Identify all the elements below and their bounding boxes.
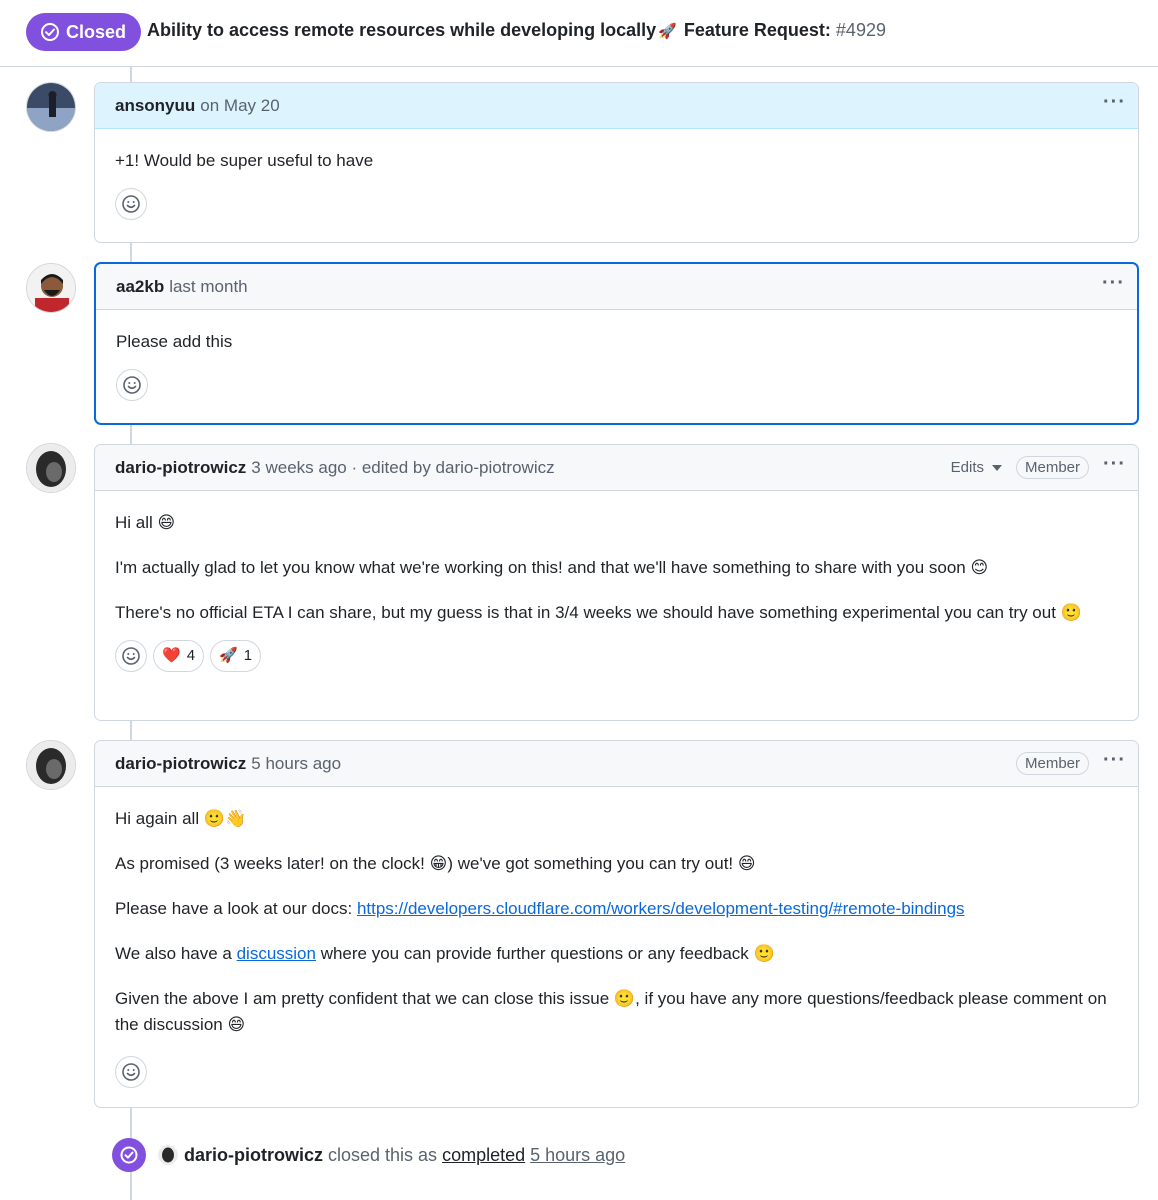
add-reaction-button[interactable]: [115, 1056, 147, 1088]
avatar-aa2kb[interactable]: [26, 263, 76, 313]
heart-emoji: ❤️: [162, 647, 181, 664]
issue-closed-icon: [112, 1138, 146, 1172]
caret-down-icon: [992, 464, 1002, 471]
comment-body: Hi again all 🙂👋 As promised (3 weeks lat…: [95, 787, 1138, 1102]
reaction-count: 4: [186, 647, 196, 664]
comment-header: dario-piotrowicz 3 weeks ago · edited by…: [95, 445, 1138, 491]
comment-body: Hi all 😄 I'm actually glad to let you kn…: [95, 491, 1138, 686]
comment-options-icon[interactable]: ···: [1103, 92, 1126, 120]
smiley-icon: [122, 1063, 140, 1081]
comment-author[interactable]: aa2kb: [116, 277, 164, 297]
add-reaction-button[interactable]: [115, 188, 147, 220]
comment-paragraph: I'm actually glad to let you know what w…: [115, 558, 989, 577]
comment-options-icon[interactable]: ···: [1103, 750, 1126, 778]
avatar-dario-piotrowicz[interactable]: [26, 443, 76, 493]
docs-prefix: Please have a look at our docs:: [115, 899, 357, 918]
reaction-rocket-button[interactable]: 🚀 1: [210, 640, 262, 672]
issue-title-suffix: Feature Request:: [678, 20, 836, 40]
issue-title: Ability to access remote resources while…: [147, 20, 886, 41]
smiley-icon: [122, 195, 140, 213]
comment-body: +1! Would be super useful to have: [95, 129, 1138, 234]
event-actor[interactable]: dario-piotrowicz: [184, 1145, 323, 1166]
edits-label: Edits: [950, 459, 984, 476]
reaction-heart-button[interactable]: ❤️ 4: [153, 640, 205, 672]
comment-timestamp[interactable]: 5 hours ago: [251, 754, 341, 774]
comment-body: Please add this: [96, 310, 1137, 415]
rocket-emoji: 🚀: [658, 23, 677, 40]
comment-aa2kb: aa2kb last month ··· Please add this: [94, 262, 1139, 425]
avatar-dario-piotrowicz[interactable]: [26, 740, 76, 790]
smiley-icon: [123, 376, 141, 394]
comment-options-icon[interactable]: ···: [1102, 273, 1125, 301]
state-badge-closed: Closed: [26, 13, 142, 51]
issue-number: #4929: [835, 20, 886, 40]
member-badge: Member: [1016, 456, 1090, 479]
comment-timestamp[interactable]: last month: [169, 277, 247, 297]
comment-dario-2: dario-piotrowicz 5 hours ago Member ··· …: [94, 740, 1139, 1108]
issue-title-text: Ability to access remote resources while…: [147, 20, 657, 40]
comment-dario-1: dario-piotrowicz 3 weeks ago · edited by…: [94, 444, 1139, 721]
comment-paragraph: Please add this: [116, 332, 233, 351]
comment-paragraph: Hi again all 🙂👋: [115, 809, 247, 828]
add-reaction-button[interactable]: [115, 640, 147, 672]
member-badge: Member: [1016, 752, 1090, 775]
issue-header: Closed Ability to access remote resource…: [0, 0, 1158, 67]
rocket-emoji: 🚀: [219, 647, 238, 664]
comment-paragraph: Please have a look at our docs: https://…: [115, 896, 1118, 922]
comment-ansonyuu: ansonyuu on May 20 ··· +1! Would be supe…: [94, 82, 1139, 243]
issue-closed-icon: [41, 23, 59, 41]
comment-options-icon[interactable]: ···: [1103, 454, 1126, 482]
event-time-link[interactable]: 5 hours ago: [530, 1145, 625, 1166]
state-label: Closed: [66, 21, 127, 42]
comment-header: ansonyuu on May 20 ···: [95, 83, 1138, 129]
docs-link[interactable]: https://developers.cloudflare.com/worker…: [357, 899, 965, 918]
reaction-count: 1: [243, 647, 253, 664]
comment-paragraph: Given the above I am pretty confident th…: [115, 989, 1107, 1034]
comment-paragraph: We also have a discussion where you can …: [115, 941, 1118, 967]
comment-paragraph: There's no official ETA I can share, but…: [115, 603, 1082, 622]
edits-dropdown[interactable]: Edits: [951, 459, 1002, 476]
comment-timestamp[interactable]: 3 weeks ago · edited by dario-piotrowicz: [251, 458, 554, 478]
comment-paragraph: +1! Would be super useful to have: [115, 151, 374, 170]
comment-timestamp[interactable]: on May 20: [200, 96, 279, 116]
comment-paragraph: As promised (3 weeks later! on the clock…: [115, 854, 756, 873]
comment-author[interactable]: dario-piotrowicz: [115, 458, 246, 478]
discussion-suffix: where you can provide further questions …: [315, 944, 775, 963]
event-actor-avatar[interactable]: [158, 1145, 178, 1165]
comment-paragraph: Hi all 😄: [115, 513, 176, 532]
comment-header: dario-piotrowicz 5 hours ago Member ···: [95, 741, 1138, 787]
smiley-icon: [122, 647, 140, 665]
comment-author[interactable]: dario-piotrowicz: [115, 754, 246, 774]
avatar-ansonyuu[interactable]: [26, 82, 76, 132]
event-text: closed this as: [328, 1144, 438, 1165]
comment-header: aa2kb last month ···: [96, 264, 1137, 310]
event-reason-link[interactable]: completed: [442, 1145, 525, 1166]
closed-event: dario-piotrowicz closed this as complete…: [112, 1138, 625, 1172]
comment-author[interactable]: ansonyuu: [115, 96, 195, 116]
discussion-prefix: We also have a: [115, 944, 237, 963]
add-reaction-button[interactable]: [116, 369, 148, 401]
discussion-link[interactable]: discussion: [237, 944, 316, 963]
